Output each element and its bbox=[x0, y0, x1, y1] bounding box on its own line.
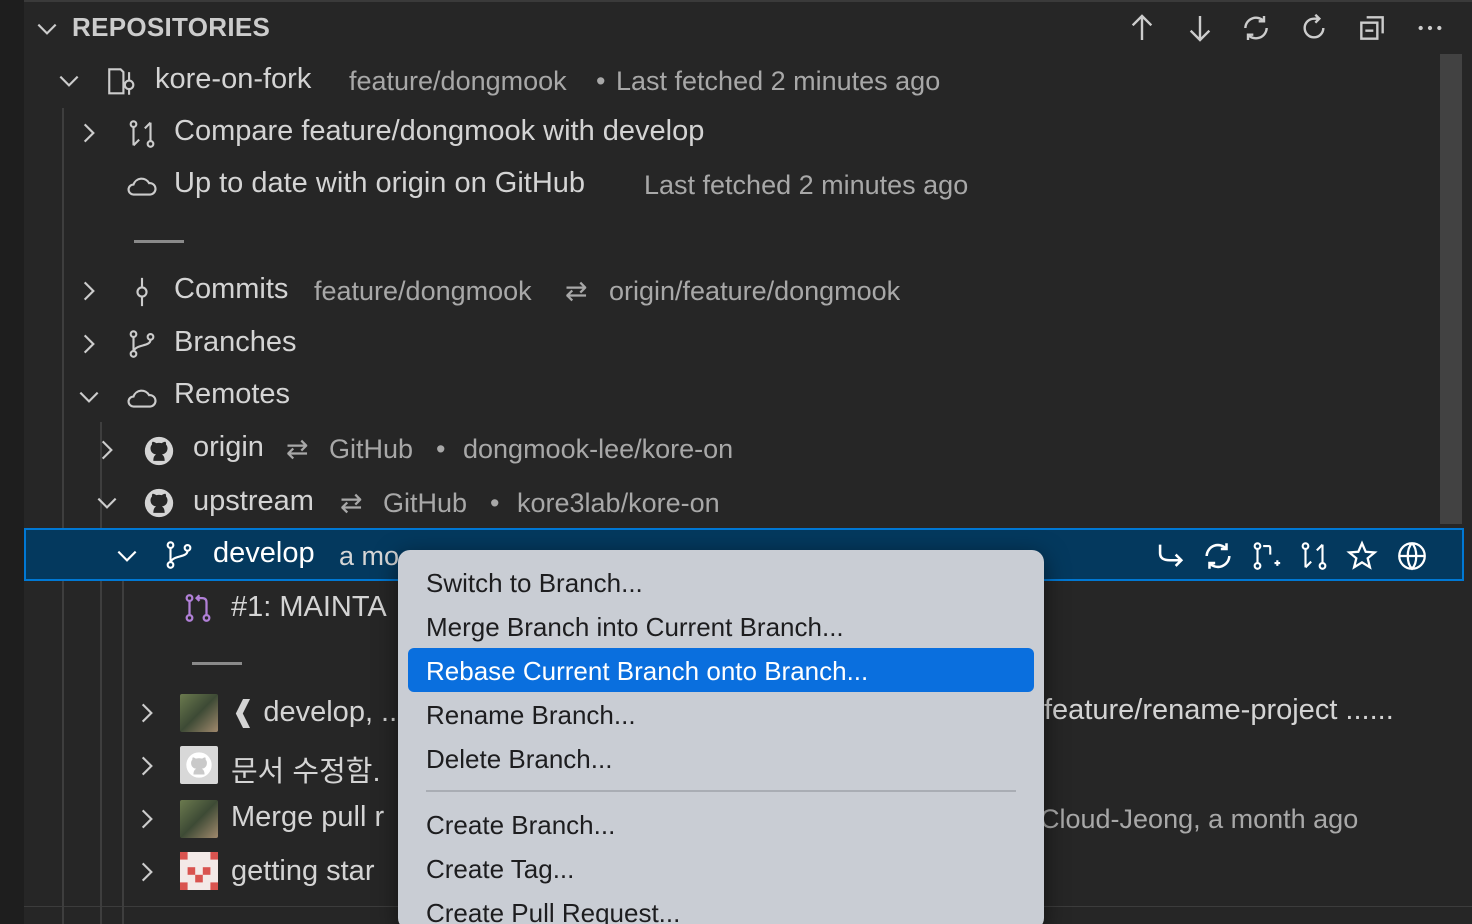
chevron-down-icon[interactable] bbox=[92, 488, 122, 518]
upstream-label: upstream bbox=[193, 485, 314, 517]
switch-branch-icon[interactable] bbox=[1150, 536, 1190, 576]
commit-desc: Cloud-Jeong, a month ago bbox=[1040, 804, 1359, 834]
push-icon[interactable] bbox=[1122, 8, 1162, 48]
origin-path: dongmook-lee/kore-on bbox=[463, 434, 734, 464]
chevron-down-icon[interactable] bbox=[54, 66, 84, 96]
develop-desc: a mo bbox=[339, 541, 400, 571]
last-fetched: Last fetched 2 minutes ago bbox=[616, 66, 941, 96]
chevron-right-icon[interactable] bbox=[132, 857, 162, 887]
branch-icon bbox=[160, 536, 198, 574]
commits-label: Commits bbox=[174, 273, 289, 305]
more-icon[interactable] bbox=[1410, 8, 1450, 48]
context-menu: Switch to Branch... Merge Branch into Cu… bbox=[398, 550, 1044, 924]
menu-item-switch-to-branch[interactable]: Switch to Branch... bbox=[426, 568, 643, 599]
chevron-right-icon[interactable] bbox=[132, 698, 162, 728]
section-title: REPOSITORIES bbox=[72, 12, 271, 42]
branches-label: Branches bbox=[174, 326, 297, 358]
tracking-arrows-icon: ⇄ bbox=[565, 276, 588, 306]
chevron-right-icon[interactable] bbox=[74, 118, 104, 148]
cloud-icon bbox=[122, 380, 162, 416]
separator-line bbox=[192, 662, 242, 665]
remotes-label: Remotes bbox=[174, 378, 291, 410]
compare-icon[interactable] bbox=[1294, 536, 1334, 576]
origin-label: origin bbox=[193, 431, 264, 463]
separator-line bbox=[134, 240, 184, 243]
menu-item-rename-branch[interactable]: Rename Branch... bbox=[426, 700, 636, 731]
origin-provider: GitHub bbox=[329, 434, 414, 464]
create-pull-request-icon[interactable] bbox=[1246, 536, 1286, 576]
commits-local-branch: feature/dongmook bbox=[314, 276, 532, 306]
menu-item-create-pull-request[interactable]: Create Pull Request... bbox=[426, 898, 680, 924]
separator-dot: • bbox=[596, 66, 606, 96]
sync-icon[interactable] bbox=[1198, 536, 1238, 576]
refresh-icon[interactable] bbox=[1294, 8, 1334, 48]
pull-icon[interactable] bbox=[1180, 8, 1220, 48]
github-avatar-icon bbox=[180, 746, 218, 784]
menu-item-merge-branch[interactable]: Merge Branch into Current Branch... bbox=[426, 612, 844, 643]
status-label: Up to date with origin on GitHub bbox=[174, 167, 586, 199]
separator-dot: • bbox=[490, 488, 500, 518]
star-icon[interactable] bbox=[1342, 536, 1382, 576]
commit-label: ❰ develop, .. bbox=[231, 696, 398, 728]
repository-branch: feature/dongmook bbox=[349, 66, 567, 96]
cloud-icon bbox=[122, 168, 162, 204]
chevron-right-icon[interactable] bbox=[132, 751, 162, 781]
chevron-right-icon[interactable] bbox=[92, 435, 122, 465]
chevron-down-icon[interactable] bbox=[112, 541, 142, 571]
compare-label: Compare feature/dongmook with develop bbox=[174, 115, 705, 147]
activity-bar-edge bbox=[0, 0, 24, 924]
commits-remote-branch: origin/feature/dongmook bbox=[609, 276, 901, 306]
compare-icon bbox=[122, 114, 162, 154]
repository-name: kore-on-fork bbox=[155, 63, 312, 95]
chevron-right-icon[interactable] bbox=[74, 329, 104, 359]
tree-guide bbox=[122, 580, 124, 924]
collapse-all-icon[interactable] bbox=[1352, 8, 1392, 48]
menu-item-delete-branch[interactable]: Delete Branch... bbox=[426, 744, 612, 775]
tree-guide bbox=[62, 108, 64, 924]
menu-item-rebase-branch[interactable]: Rebase Current Branch onto Branch... bbox=[426, 656, 868, 687]
chevron-right-icon[interactable] bbox=[132, 804, 162, 834]
github-icon bbox=[140, 484, 178, 522]
pull-request-label: #1: MAINTA bbox=[231, 591, 387, 623]
menu-item-create-tag[interactable]: Create Tag... bbox=[426, 854, 574, 885]
upstream-provider: GitHub bbox=[383, 488, 468, 518]
chevron-down-icon[interactable] bbox=[74, 382, 104, 412]
branch-icon bbox=[122, 324, 162, 364]
commit-label: 문서 수정함. bbox=[231, 756, 381, 788]
menu-separator bbox=[426, 790, 1016, 792]
commit-label: Merge pull r bbox=[231, 801, 385, 833]
avatar bbox=[180, 800, 218, 838]
commit-icon bbox=[122, 272, 162, 312]
github-icon bbox=[140, 432, 178, 470]
commit-desc: feature/rename-project ...... bbox=[1044, 694, 1394, 726]
chevron-right-icon[interactable] bbox=[74, 276, 104, 306]
repo-icon bbox=[102, 62, 142, 102]
globe-icon[interactable] bbox=[1392, 536, 1432, 576]
develop-label: develop bbox=[213, 537, 315, 569]
tracking-arrows-icon: ⇄ bbox=[286, 434, 309, 464]
separator-dot: • bbox=[436, 434, 446, 464]
status-fetched: Last fetched 2 minutes ago bbox=[644, 170, 969, 200]
pull-request-icon bbox=[178, 588, 218, 628]
menu-item-create-branch[interactable]: Create Branch... bbox=[426, 810, 615, 841]
avatar bbox=[180, 694, 218, 732]
tracking-arrows-icon: ⇄ bbox=[340, 488, 363, 518]
sync-icon[interactable] bbox=[1236, 8, 1276, 48]
chevron-down-icon[interactable] bbox=[32, 14, 62, 44]
commit-label: getting star bbox=[231, 855, 375, 887]
upstream-path: kore3lab/kore-on bbox=[517, 488, 720, 518]
avatar bbox=[180, 852, 218, 890]
